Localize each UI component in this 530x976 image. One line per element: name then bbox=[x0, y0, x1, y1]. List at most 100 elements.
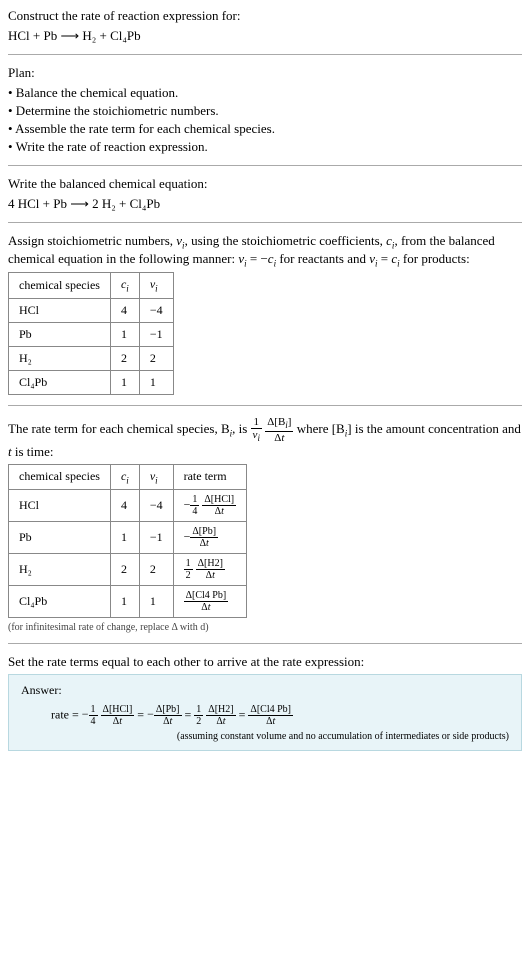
cell: HCl bbox=[9, 490, 111, 522]
stoich-block: Assign stoichiometric numbers, νi, using… bbox=[8, 233, 522, 395]
den: 4 bbox=[89, 716, 98, 727]
cell: 2 bbox=[139, 554, 173, 586]
den: Δt bbox=[154, 716, 182, 727]
text: chemical species bbox=[19, 278, 100, 292]
balanced-equation: 4 HCl + Pb ⟶ 2 H₂ + Cl₄Pb bbox=[8, 196, 522, 212]
fraction: Δ[HCl]Δt bbox=[101, 704, 135, 727]
final-block: Set the rate terms equal to each other t… bbox=[8, 654, 522, 751]
balanced-title: Write the balanced chemical equation: bbox=[8, 176, 522, 192]
plan-block: Plan: • Balance the chemical equation. •… bbox=[8, 65, 522, 155]
num: Δ[Pb] bbox=[154, 704, 182, 716]
cell: −4 bbox=[139, 490, 173, 522]
question-equation: HCl + Pb ⟶ H₂ + Cl₄Pb bbox=[8, 28, 522, 44]
cell: 4 bbox=[110, 490, 139, 522]
table-row: H₂22 bbox=[9, 346, 174, 370]
final-intro: Set the rate terms equal to each other t… bbox=[8, 654, 522, 670]
cell: 1 bbox=[139, 370, 173, 394]
cell: Cl₄Pb bbox=[9, 370, 111, 394]
cell: H₂ bbox=[9, 346, 111, 370]
fraction: Δ[H2]Δt bbox=[206, 704, 235, 727]
text: is time: bbox=[12, 444, 54, 459]
text: , is bbox=[232, 421, 250, 436]
divider bbox=[8, 222, 522, 223]
table-row: H₂ 2 2 12 Δ[H2]Δt bbox=[9, 554, 247, 586]
neg: − bbox=[82, 707, 89, 721]
rateterm-table: chemical species ci νi rate term HCl 4 −… bbox=[8, 464, 247, 618]
term: Δ[Cl4 Pb]Δt bbox=[248, 707, 293, 721]
answer-note: (assuming constant volume and no accumul… bbox=[21, 731, 509, 742]
col-header: ci bbox=[110, 464, 139, 489]
den: 2 bbox=[194, 716, 203, 727]
rate-prefix: rate = bbox=[51, 707, 82, 721]
num: Δ[Cl4 Pb] bbox=[184, 590, 229, 602]
text: , using the stoichiometric coefficients, bbox=[185, 233, 387, 248]
stoich-intro: Assign stoichiometric numbers, νi, using… bbox=[8, 233, 522, 268]
cell: 2 bbox=[139, 346, 173, 370]
text: for products: bbox=[400, 251, 470, 266]
fraction: 14 bbox=[89, 704, 98, 727]
question-prompt: Construct the rate of reaction expressio… bbox=[8, 8, 522, 24]
term: 12 Δ[H2]Δt bbox=[194, 707, 235, 721]
den: 4 bbox=[190, 506, 199, 517]
rateterm-block: The rate term for each chemical species,… bbox=[8, 416, 522, 634]
col-header: rate term bbox=[173, 464, 247, 489]
cell: 4 bbox=[110, 298, 139, 322]
num: Δ[Pb] bbox=[190, 526, 218, 538]
fraction: Δ[Cl4 Pb]Δt bbox=[184, 590, 229, 613]
neg: − bbox=[147, 707, 154, 721]
cell: 2 bbox=[110, 554, 139, 586]
term: −Δ[Pb]Δt bbox=[147, 707, 181, 721]
cell: −1 bbox=[139, 522, 173, 554]
table-row: Pb1−1 bbox=[9, 322, 174, 346]
table-header-row: chemical species ci νi rate term bbox=[9, 464, 247, 489]
fraction: Δ[Cl4 Pb]Δt bbox=[248, 704, 293, 727]
cell: 2 bbox=[110, 346, 139, 370]
cell: −4 bbox=[139, 298, 173, 322]
divider bbox=[8, 54, 522, 55]
col-header: ci bbox=[110, 273, 139, 298]
cell: Pb bbox=[9, 522, 111, 554]
num: Δ[Cl4 Pb] bbox=[248, 704, 293, 716]
cell: 1 bbox=[110, 322, 139, 346]
cell: 1 bbox=[110, 522, 139, 554]
fraction: Δ[Pb]Δt bbox=[190, 526, 218, 549]
num: 1 bbox=[89, 704, 98, 716]
cell: Cl₄Pb bbox=[9, 586, 111, 618]
col-header: chemical species bbox=[9, 464, 111, 489]
den: Δt bbox=[101, 716, 135, 727]
den: Δt bbox=[184, 602, 229, 613]
cell: Pb bbox=[9, 322, 111, 346]
col-header: νi bbox=[139, 464, 173, 489]
cell: −Δ[Pb]Δt bbox=[173, 522, 247, 554]
fraction: 12 bbox=[194, 704, 203, 727]
table-row: HCl4−4 bbox=[9, 298, 174, 322]
num: 1 bbox=[190, 494, 199, 506]
den: Δt bbox=[202, 506, 236, 517]
den: Δt bbox=[206, 716, 235, 727]
num: Δ[H2] bbox=[206, 704, 235, 716]
cell: H₂ bbox=[9, 554, 111, 586]
cell: Δ[Cl4 Pb]Δt bbox=[173, 586, 247, 618]
fraction: Δ[Pb]Δt bbox=[154, 704, 182, 727]
col-header: chemical species bbox=[9, 273, 111, 298]
plan-title: Plan: bbox=[8, 65, 522, 81]
num: 1 bbox=[184, 558, 193, 570]
plan-item: • Balance the chemical equation. bbox=[8, 85, 522, 101]
table-row: HCl 4 −4 −14 Δ[HCl]Δt bbox=[9, 490, 247, 522]
divider bbox=[8, 405, 522, 406]
fraction: 12 bbox=[184, 558, 193, 581]
text: where [B bbox=[297, 421, 345, 436]
den: 2 bbox=[184, 570, 193, 581]
num: Δ[H2] bbox=[196, 558, 225, 570]
eq: = bbox=[137, 707, 147, 721]
table-row: Cl₄Pb 1 1 Δ[Cl4 Pb]Δt bbox=[9, 586, 247, 618]
fraction: 1νi bbox=[251, 416, 262, 444]
table-row: Cl₄Pb11 bbox=[9, 370, 174, 394]
text: ] is the amount concentration and bbox=[347, 421, 521, 436]
den: Δt bbox=[190, 538, 218, 549]
answer-label: Answer: bbox=[21, 683, 509, 698]
neg: − bbox=[184, 529, 191, 543]
answer-box: Answer: rate = −14 Δ[HCl]Δt = −Δ[Pb]Δt =… bbox=[8, 674, 522, 751]
cell: −1 bbox=[139, 322, 173, 346]
text: rate term bbox=[184, 469, 227, 483]
